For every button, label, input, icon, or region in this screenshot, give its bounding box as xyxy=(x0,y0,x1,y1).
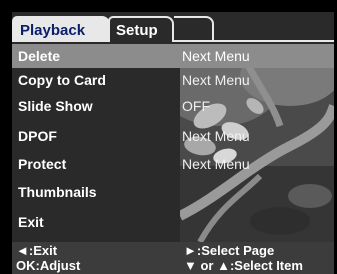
menu-item-delete[interactable]: Delete Next Menu xyxy=(12,44,334,68)
menu-item-value xyxy=(182,180,332,204)
menu-item-value: Next Menu xyxy=(182,48,250,64)
menu-item-exit[interactable]: Exit xyxy=(12,210,334,234)
tab-border-decoration xyxy=(174,16,214,42)
adjust-hint: OK:Adjust xyxy=(16,258,81,273)
menu-tabs: Setup Playback xyxy=(12,12,334,42)
menu-item-thumbnails[interactable]: Thumbnails xyxy=(12,180,334,204)
exit-hint: ◄:Exit xyxy=(16,243,58,258)
menu-item-label: Thumbnails xyxy=(18,184,97,200)
menu-item-value xyxy=(182,210,332,234)
tab-underline xyxy=(172,40,334,42)
menu-item-dpof[interactable]: DPOF Next Menu xyxy=(12,124,334,148)
select-page-hint: ►:Select Page xyxy=(184,243,275,258)
tab-playback[interactable]: Playback xyxy=(12,16,110,42)
menu-item-value: Next Menu xyxy=(182,156,250,172)
button-hint-bar: ◄:Exit OK:Adjust ►:Select Page ▼ or ▲:Se… xyxy=(12,242,334,274)
menu-item-value: OFF xyxy=(182,98,210,114)
select-item-hint: ▼ or ▲:Select Item xyxy=(184,258,303,273)
menu-item-slide-show[interactable]: Slide Show OFF xyxy=(12,94,334,118)
playback-menu-screen: Setup Playback Delete Next Menu Copy to … xyxy=(12,12,334,274)
menu-item-value: Next Menu xyxy=(182,128,250,144)
menu-item-label: DPOF xyxy=(18,128,57,144)
menu-item-value: Next Menu xyxy=(182,72,250,88)
menu-item-label: Protect xyxy=(18,156,67,172)
camera-lcd-frame: Setup Playback Delete Next Menu Copy to … xyxy=(0,0,337,274)
menu-item-protect[interactable]: Protect Next Menu xyxy=(12,152,334,176)
menu-item-label: Slide Show xyxy=(18,98,93,114)
menu-item-label: Copy to Card xyxy=(18,72,106,88)
menu-item-label: Exit xyxy=(18,214,44,230)
menu-item-label: Delete xyxy=(18,48,61,64)
menu-item-copy-to-card[interactable]: Copy to Card Next Menu xyxy=(12,68,334,92)
tab-setup[interactable]: Setup xyxy=(108,16,174,42)
